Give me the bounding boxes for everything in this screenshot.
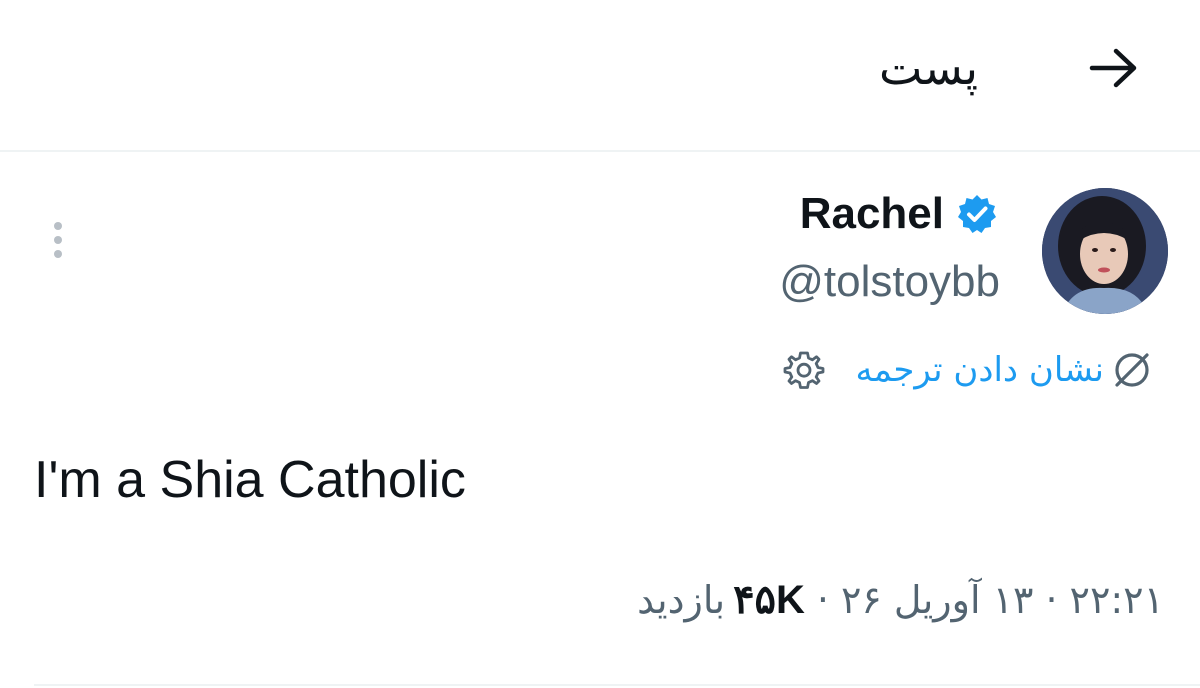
header-divider (0, 150, 1200, 152)
translation-settings-button[interactable] (781, 347, 827, 393)
meta-separator: · (816, 578, 830, 622)
author-handle[interactable]: @tolstoybb (779, 250, 1000, 314)
bottom-divider (34, 684, 1200, 686)
page-title: پست (878, 41, 978, 95)
more-dot-icon (54, 250, 62, 258)
author-name[interactable]: Rachel (800, 189, 944, 239)
back-button[interactable] (1078, 36, 1150, 100)
tweet-date[interactable]: ۱۳ آوریل ۲۶ (841, 578, 1033, 622)
author-name-row[interactable]: Rachel (800, 182, 1000, 246)
meta-separator: · (1045, 578, 1058, 622)
views-label: بازدید (637, 578, 726, 622)
arrow-right-icon (1089, 48, 1137, 88)
tweet-meta: ۲۲:۲۱ · ۱۳ آوریل ۲۶ · ۴۵K بازدید (637, 570, 1164, 630)
translate-row: نشان دادن ترجمه (781, 342, 1154, 398)
tweet-text: I'm a Shia Catholic (34, 451, 466, 509)
more-dot-icon (54, 236, 62, 244)
views-count[interactable]: ۴۵K (733, 577, 805, 623)
post-header: پست (0, 0, 1200, 150)
avatar-photo (1042, 188, 1168, 314)
show-translation-link[interactable]: نشان دادن ترجمه (855, 350, 1104, 390)
avatar[interactable] (1042, 188, 1168, 314)
more-dot-icon (54, 222, 62, 230)
more-options-button[interactable] (40, 214, 76, 266)
translate-icon (1110, 348, 1154, 392)
gear-icon (784, 351, 825, 389)
tweet-time[interactable]: ۲۲:۲۱ (1070, 578, 1164, 622)
verified-badge-icon (954, 191, 1000, 237)
